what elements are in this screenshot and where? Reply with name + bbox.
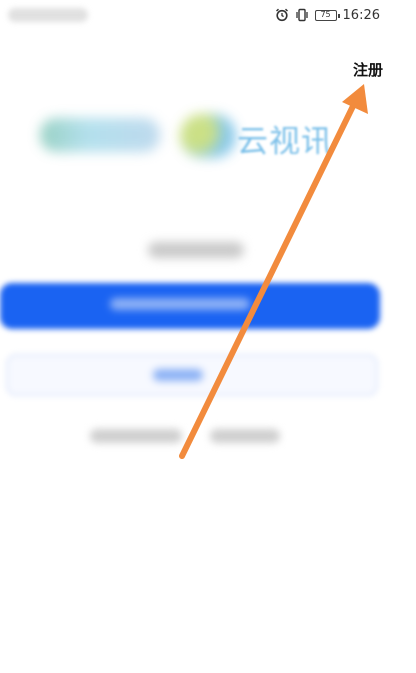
secondary-button[interactable]: [6, 354, 378, 396]
status-bar-left-blurred: [8, 8, 88, 22]
vibrate-icon: [295, 8, 308, 22]
primary-button-label-blurred: [110, 298, 250, 310]
link-right-blurred[interactable]: [210, 429, 280, 443]
register-link[interactable]: 注册: [353, 59, 383, 80]
battery-icon: 75: [314, 9, 340, 21]
battery-level: 75: [320, 10, 331, 19]
link-left-blurred[interactable]: [90, 429, 182, 443]
alarm-icon: [275, 8, 288, 22]
secondary-button-label-blurred: [153, 369, 203, 381]
status-bar-right: 75 16:26: [275, 6, 380, 24]
status-bar: 75 16:26: [0, 0, 416, 30]
bottom-links: [90, 429, 290, 445]
app-title: 云视讯: [237, 124, 333, 160]
status-time: 16:26: [342, 7, 380, 23]
arrow-icon: [179, 84, 368, 459]
logo-image-left: [40, 118, 160, 152]
primary-button[interactable]: [0, 283, 380, 329]
logo-image-icon: [180, 114, 236, 158]
blurred-hint-text: [148, 242, 244, 258]
